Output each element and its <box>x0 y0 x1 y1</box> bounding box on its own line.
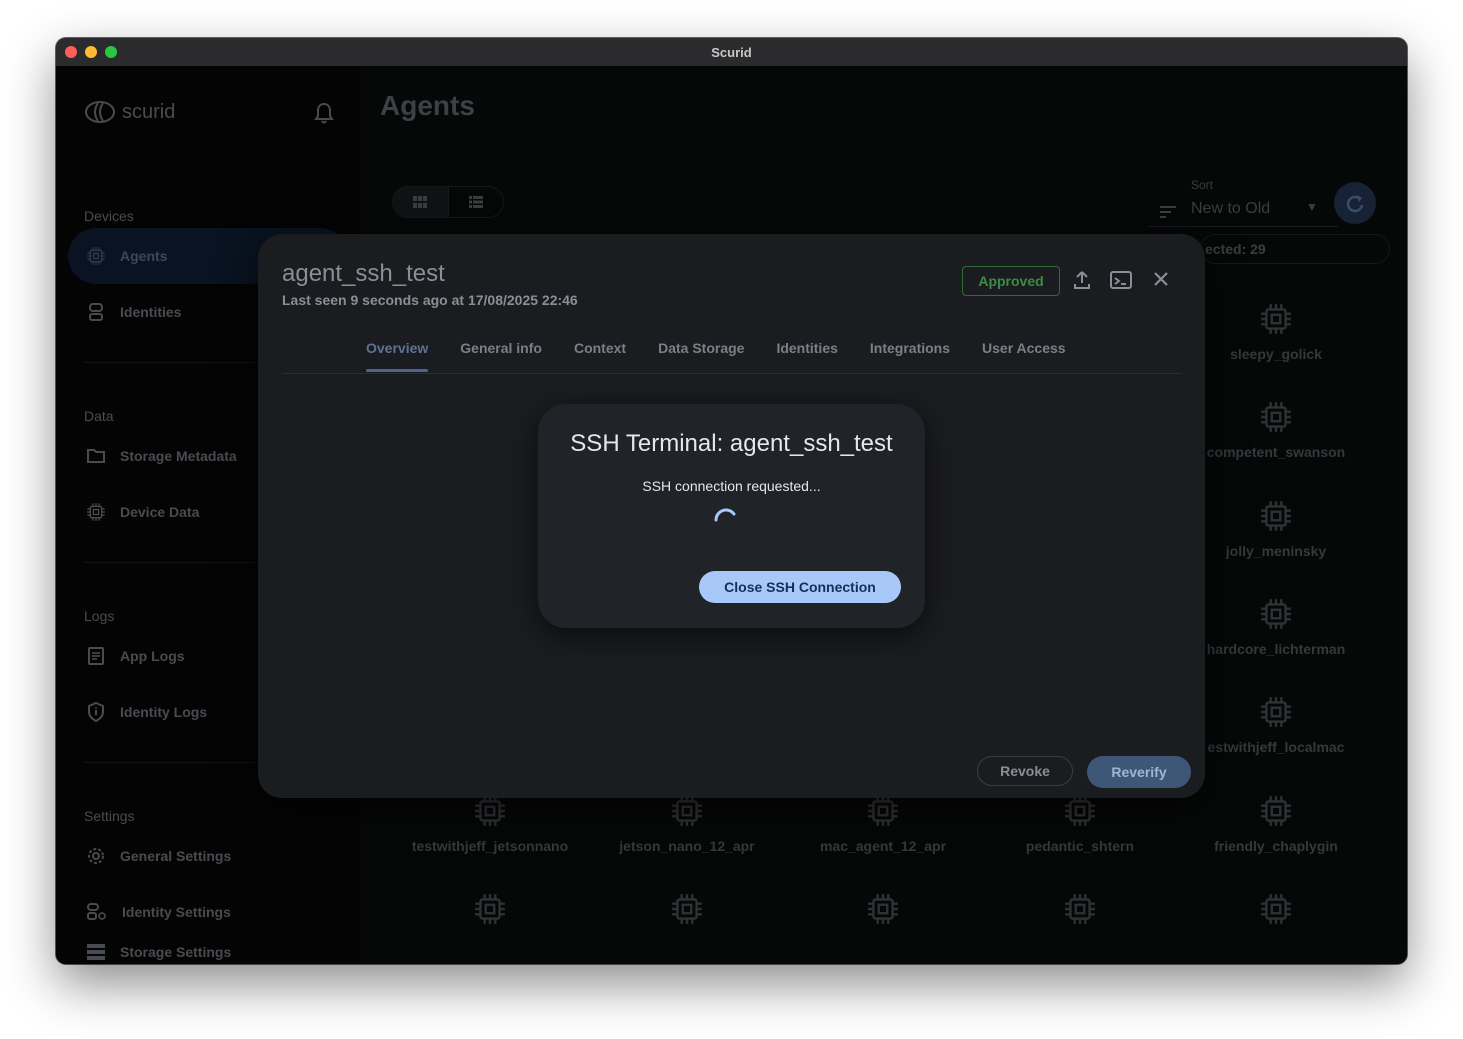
tab-identities[interactable]: Identities <box>760 330 853 372</box>
tab-overview[interactable]: Overview <box>350 330 444 372</box>
window-title: Scurid <box>711 44 752 60</box>
tab-data-storage[interactable]: Data Storage <box>642 330 760 372</box>
status-badge: Approved <box>962 266 1060 296</box>
loading-spinner-icon <box>714 508 736 522</box>
ssh-status-text: SSH connection requested... <box>642 478 821 494</box>
app-window: Scurid scurid Devices Agents Identities … <box>56 38 1407 964</box>
tabs-divider <box>282 373 1182 374</box>
minimize-window-button[interactable] <box>85 46 97 58</box>
modal-tabs: Overview General info Context Data Stora… <box>350 330 1082 372</box>
revoke-button[interactable]: Revoke <box>977 756 1073 786</box>
upload-icon[interactable] <box>1072 270 1092 295</box>
zoom-window-button[interactable] <box>105 46 117 58</box>
last-seen-text: Last seen 9 seconds ago at 17/08/2025 22… <box>282 292 578 308</box>
close-ssh-connection-button[interactable]: Close SSH Connection <box>699 571 901 603</box>
terminal-icon[interactable] <box>1110 270 1132 295</box>
close-icon[interactable] <box>1152 270 1170 293</box>
agent-name-heading: agent_ssh_test <box>282 260 445 287</box>
tab-user-access[interactable]: User Access <box>966 330 1082 372</box>
tab-context[interactable]: Context <box>558 330 642 372</box>
window-controls <box>65 46 117 58</box>
title-bar: Scurid <box>56 38 1407 67</box>
tab-integrations[interactable]: Integrations <box>854 330 966 372</box>
tab-general-info[interactable]: General info <box>444 330 558 372</box>
reverify-button[interactable]: Reverify <box>1087 756 1191 788</box>
close-window-button[interactable] <box>65 46 77 58</box>
ssh-dialog-title: SSH Terminal: agent_ssh_test <box>570 430 893 457</box>
ssh-terminal-dialog: SSH Terminal: agent_ssh_test SSH connect… <box>538 404 925 628</box>
